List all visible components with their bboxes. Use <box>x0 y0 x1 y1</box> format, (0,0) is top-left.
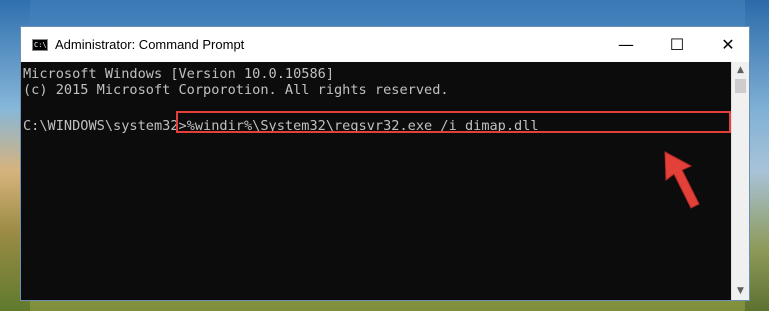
console-output[interactable]: Microsoft Windows [Version 10.0.10586] (… <box>21 62 731 300</box>
scroll-down-icon[interactable]: ▼ <box>732 283 749 300</box>
window-title: Administrator: Command Prompt <box>55 37 245 52</box>
red-arrow-icon <box>664 151 700 209</box>
command-highlight-box <box>176 111 731 133</box>
minimize-button[interactable]: — <box>603 27 649 62</box>
scrollbar-thumb[interactable] <box>735 79 746 93</box>
command-prompt-window: C:\ Administrator: Command Prompt — ☐ ✕ … <box>20 26 750 301</box>
cmd-app-icon[interactable]: C:\ <box>32 39 48 51</box>
title-bar[interactable]: C:\ Administrator: Command Prompt — ☐ ✕ <box>21 27 749 62</box>
console-line-copyright: (c) 2015 Microsoft Corporotion. All righ… <box>23 82 449 98</box>
vertical-scrollbar[interactable]: ▲ ▼ <box>731 62 749 300</box>
console-prompt: C:\WINDOWS\system32> <box>23 118 187 134</box>
maximize-button[interactable]: ☐ <box>654 27 700 62</box>
scroll-up-icon[interactable]: ▲ <box>732 62 749 79</box>
close-button[interactable]: ✕ <box>705 27 751 62</box>
